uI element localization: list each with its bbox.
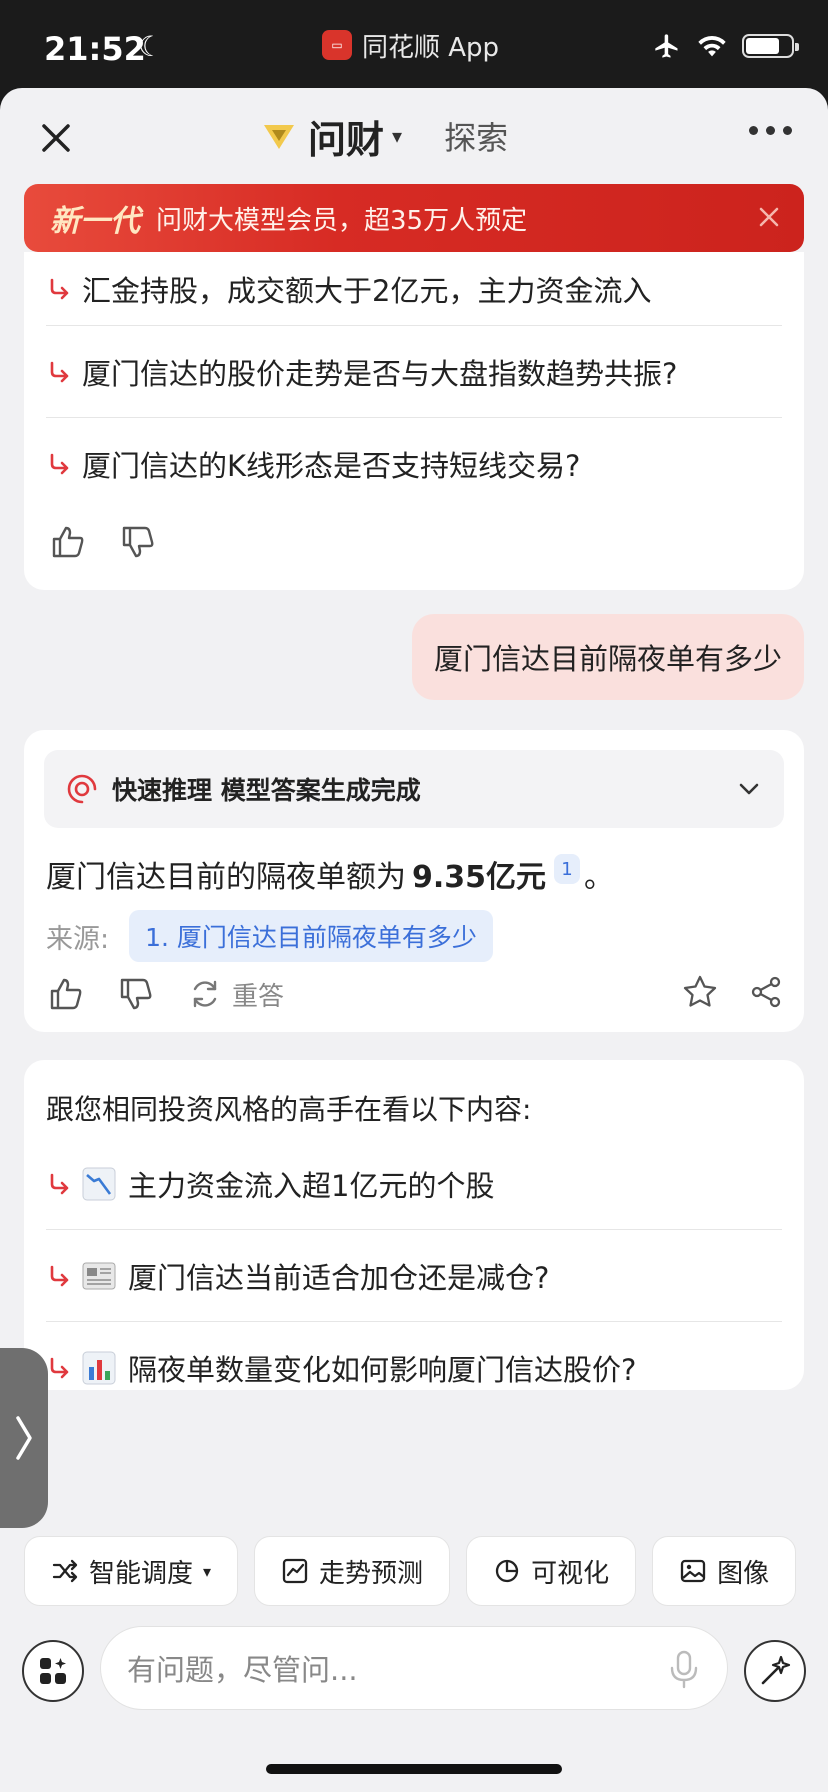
reasoning-status: 快速推理 模型答案生成完成 (112, 776, 421, 805)
status-app-name: 同花顺 App (362, 32, 500, 63)
promo-tag: 新一代 (50, 204, 140, 239)
previous-answer-card: 汇金持股，成交额大于2亿元，主力资金流入 厦门信达的股价走势是否与大盘指数趋势共… (24, 252, 804, 590)
reasoning-icon (67, 774, 97, 804)
nav-title[interactable]: 问财 (308, 109, 384, 164)
close-icon[interactable] (36, 118, 76, 158)
app-logo-icon: ▭ (322, 30, 352, 60)
more-icon[interactable] (749, 126, 792, 135)
thumbs-up-icon[interactable] (50, 524, 86, 560)
chart-down-icon (82, 1167, 116, 1200)
shuffle-icon (52, 1559, 78, 1583)
thumbs-down-icon[interactable] (120, 524, 156, 560)
suggestion-item[interactable]: 厦门信达的股价走势是否与大盘指数趋势共振? (46, 326, 782, 418)
wencai-logo-icon (264, 125, 294, 149)
star-icon[interactable] (682, 974, 718, 1010)
recommend-item[interactable]: 主力资金流入超1亿元的个股 (46, 1138, 782, 1230)
thumbs-down-icon[interactable] (118, 976, 154, 1012)
suggestion-text: 汇金持股，成交额大于2亿元，主力资金流入 (82, 273, 652, 308)
arrow-icon (50, 453, 69, 475)
airplane-icon (655, 34, 678, 58)
chat-sheet: 问财 ▾ 探索 新一代 问财大模型会员，超35万人预定 汇金持股，成交额大于2亿… (0, 88, 828, 1792)
moon-icon: ☾ (138, 30, 164, 63)
bar-chart-icon (82, 1351, 116, 1385)
answer-text: 厦门信达目前的隔夜单额为 9.35亿元 1 。 (46, 852, 614, 896)
arrow-icon (50, 1173, 69, 1194)
source-label: 来源: (46, 923, 110, 955)
user-message-bubble: 厦门信达目前隔夜单有多少 (411, 614, 804, 700)
question-input[interactable]: 有问题，尽管问... (100, 1626, 728, 1710)
arrow-icon (50, 1357, 69, 1379)
status-time: 21:52 (44, 30, 146, 68)
composer: 有问题，尽管问... (0, 1626, 828, 1716)
answer-card: 快速推理 模型答案生成完成 厦门信达目前的隔夜单额为 9.35亿元 1 。 来源… (24, 730, 804, 1032)
thumbs-up-icon[interactable] (48, 976, 84, 1012)
retry-button[interactable]: 重答 (188, 976, 284, 1013)
magic-wand-icon (761, 1655, 791, 1685)
reference-badge[interactable]: 1 (554, 854, 581, 884)
suggestion-item[interactable]: 厦门信达的K线形态是否支持短线交易? (46, 418, 782, 510)
pie-icon (495, 1559, 519, 1583)
top-nav: 问财 ▾ 探索 (0, 88, 828, 184)
home-indicator[interactable] (266, 1764, 562, 1774)
tool-image[interactable]: 图像 (652, 1536, 797, 1606)
back-to-app[interactable]: ▭ 同花顺 App (322, 28, 500, 63)
promo-text: 问财大模型会员，超35万人预定 (156, 205, 528, 236)
answer-actions: 重答 (48, 974, 784, 1014)
promo-banner[interactable]: 新一代 问财大模型会员，超35万人预定 (24, 184, 804, 252)
tool-chips: 智能调度 ▾ 走势预测 可视化 图像 (24, 1536, 828, 1608)
source-link[interactable]: 1. 厦门信达目前隔夜单有多少 (129, 910, 493, 962)
apps-button[interactable] (22, 1640, 84, 1702)
refresh-icon (193, 980, 217, 1008)
tool-smart-dispatch[interactable]: 智能调度 ▾ (24, 1536, 239, 1606)
wifi-icon (698, 35, 726, 57)
trend-icon (282, 1558, 308, 1584)
suggestion-text: 厦门信达的股价走势是否与大盘指数趋势共振? (82, 356, 678, 391)
arrow-icon (50, 278, 69, 299)
recommend-title: 跟您相同投资风格的高手在看以下内容: (46, 1093, 532, 1126)
reasoning-panel[interactable]: 快速推理 模型答案生成完成 (44, 750, 784, 828)
arrow-icon (50, 1265, 69, 1286)
chevron-down-icon[interactable]: ▾ (392, 124, 402, 148)
arrow-icon (50, 361, 69, 382)
image-icon (680, 1559, 706, 1583)
share-icon[interactable] (748, 974, 784, 1010)
recommend-item[interactable]: 隔夜单数量变化如何影响厦门信达股价? (46, 1322, 782, 1414)
microphone-icon[interactable] (667, 1649, 701, 1689)
retry-label: 重答 (232, 981, 285, 1012)
newspaper-icon (82, 1262, 116, 1289)
suggestion-text: 厦门信达的K线形态是否支持短线交易? (82, 449, 581, 483)
side-drawer-handle[interactable] (0, 1348, 48, 1528)
input-placeholder: 有问题，尽管问... (127, 1653, 358, 1687)
ai-magic-button[interactable] (744, 1640, 806, 1702)
recommend-card: 跟您相同投资风格的高手在看以下内容: 主力资金流入超1亿元的个股 厦门信达当前适… (24, 1060, 804, 1390)
suggestion-item[interactable]: 汇金持股，成交额大于2亿元，主力资金流入 (46, 252, 782, 326)
apps-icon (40, 1658, 66, 1684)
tool-visualize[interactable]: 可视化 (466, 1536, 637, 1606)
recommend-text: 厦门信达当前适合加仓还是减仓? (128, 1260, 550, 1295)
close-icon[interactable] (756, 204, 782, 230)
source-row: 来源: 1. 厦门信达目前隔夜单有多少 (46, 910, 493, 962)
chevron-right-icon (16, 1416, 32, 1460)
status-bar: 21:52 ☾ ▭ 同花顺 App (0, 0, 828, 96)
caret-down-icon: ▾ (203, 1561, 212, 1581)
answer-value: 9.35亿元 (412, 860, 547, 895)
recommend-item[interactable]: 厦门信达当前适合加仓还是减仓? (46, 1230, 782, 1322)
recommend-text: 主力资金流入超1亿元的个股 (128, 1168, 495, 1203)
recommend-text: 隔夜单数量变化如何影响厦门信达股价? (128, 1353, 637, 1387)
tab-explore[interactable]: 探索 (444, 113, 508, 159)
battery-icon (742, 34, 799, 58)
tool-trend-forecast[interactable]: 走势预测 (254, 1536, 451, 1606)
chevron-down-icon[interactable] (736, 776, 762, 802)
